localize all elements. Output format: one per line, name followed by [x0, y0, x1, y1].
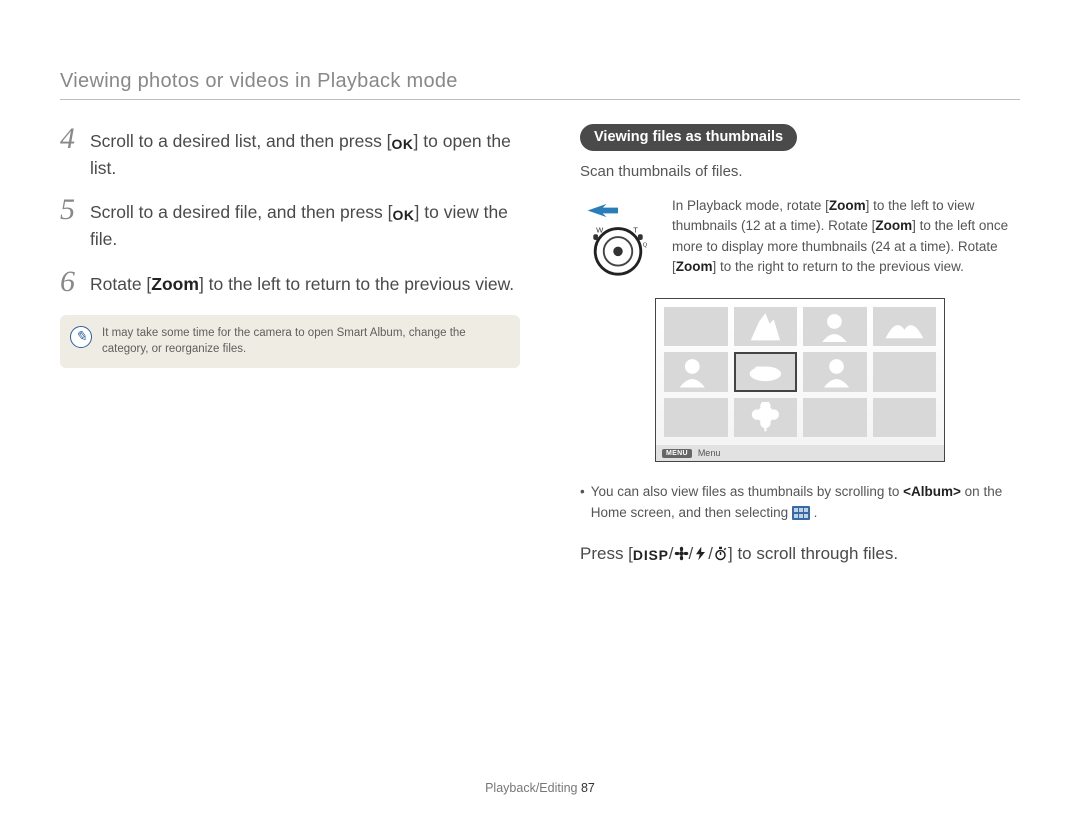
bullet-c: .: [810, 505, 818, 520]
step-text-pre: Scroll to a desired file, and then press…: [90, 202, 393, 222]
thumbnail-item: [664, 398, 728, 437]
thumbnail-item: [734, 307, 798, 346]
manual-page: Viewing photos or videos in Playback mod…: [0, 0, 1080, 815]
ok-button-label: OK: [393, 205, 415, 226]
thumbnail-item: [803, 307, 867, 346]
step-number: 5: [60, 195, 82, 252]
bullet-text: You can also view files as thumbnails by…: [591, 482, 1020, 524]
ok-button-label: OK: [392, 134, 414, 155]
step-4: 4 Scroll to a desired list, and then pre…: [60, 124, 520, 181]
press-b: ] to scroll through files.: [728, 544, 898, 563]
bullet-dot: •: [580, 482, 585, 524]
menu-label: Menu: [698, 448, 721, 458]
flash-icon: [693, 546, 708, 561]
zoom-label: Zoom: [676, 259, 713, 274]
step-text-pre: Scroll to a desired list, and then press…: [90, 131, 392, 151]
thumbnail-item: [664, 307, 728, 346]
section-pill: Viewing files as thumbnails: [580, 124, 797, 151]
svg-text:Q: Q: [643, 243, 648, 249]
album-grid-icon: [792, 506, 810, 520]
step-5: 5 Scroll to a desired file, and then pre…: [60, 195, 520, 252]
zoom-label: Zoom: [875, 218, 912, 233]
step-text-pre: Rotate [: [90, 274, 151, 294]
dial-description: In Playback mode, rotate [Zoom] to the l…: [672, 196, 1020, 282]
step-6: 6 Rotate [Zoom] to the left to return to…: [60, 267, 520, 297]
note-text: It may take some time for the camera to …: [102, 325, 506, 358]
step-text: Scroll to a desired file, and then press…: [90, 195, 520, 252]
thumbnail-item: [664, 352, 728, 391]
thumbnail-item: [873, 398, 937, 437]
timer-icon: [713, 546, 728, 561]
svg-text:T: T: [633, 225, 638, 234]
step-text: Scroll to a desired list, and then press…: [90, 124, 520, 181]
divider: [60, 99, 1020, 100]
right-column: Viewing files as thumbnails Scan thumbna…: [580, 124, 1020, 564]
thumbnail-screen: MENU Menu: [655, 298, 945, 462]
zoom-label: Zoom: [829, 198, 866, 213]
left-column: 4 Scroll to a desired list, and then pre…: [60, 124, 520, 564]
page-footer: Playback/Editing 87: [0, 781, 1080, 795]
zoom-dial-icon: W T Q: [580, 196, 656, 282]
note-box: ✎ It may take some time for the camera t…: [60, 315, 520, 368]
disp-label: DISP: [633, 547, 669, 563]
desc-d: ] to the right to return to the previous…: [713, 259, 964, 274]
flower-icon: [674, 546, 689, 561]
dial-row: W T Q In Playback mode, rotate [Zoom] to…: [580, 196, 1020, 282]
page-number: 87: [581, 781, 595, 795]
thumbnail-item: [873, 352, 937, 391]
note-icon: ✎: [70, 326, 92, 348]
step-text-post: ] to the left to return to the previous …: [199, 274, 514, 294]
thumbnail-grid: [656, 299, 944, 445]
thumbnail-menu-bar: MENU Menu: [656, 445, 944, 461]
step-number: 6: [60, 267, 82, 297]
press-instruction: Press [DISP/ / / ] to scroll through fil…: [580, 544, 1020, 564]
thumbnail-item: [873, 307, 937, 346]
thumbnail-item-selected: [734, 352, 798, 391]
footer-section: Playback/Editing: [485, 781, 581, 795]
bullet-note: • You can also view files as thumbnails …: [580, 482, 1020, 524]
page-title: Viewing photos or videos in Playback mod…: [60, 70, 1020, 93]
bullet-a: You can also view files as thumbnails by…: [591, 484, 903, 499]
menu-chip: MENU: [662, 449, 692, 458]
step-number: 4: [60, 124, 82, 181]
desc-a: In Playback mode, rotate [: [672, 198, 829, 213]
step-text: Rotate [Zoom] to the left to return to t…: [90, 267, 514, 297]
press-a: Press [: [580, 544, 633, 563]
zoom-label: Zoom: [151, 274, 199, 294]
section-subtitle: Scan thumbnails of files.: [580, 163, 1020, 180]
thumbnail-item: [734, 398, 798, 437]
content-columns: 4 Scroll to a desired list, and then pre…: [60, 124, 1020, 564]
thumbnail-item: [803, 398, 867, 437]
album-label: <Album>: [903, 484, 961, 499]
thumbnail-item: [803, 352, 867, 391]
